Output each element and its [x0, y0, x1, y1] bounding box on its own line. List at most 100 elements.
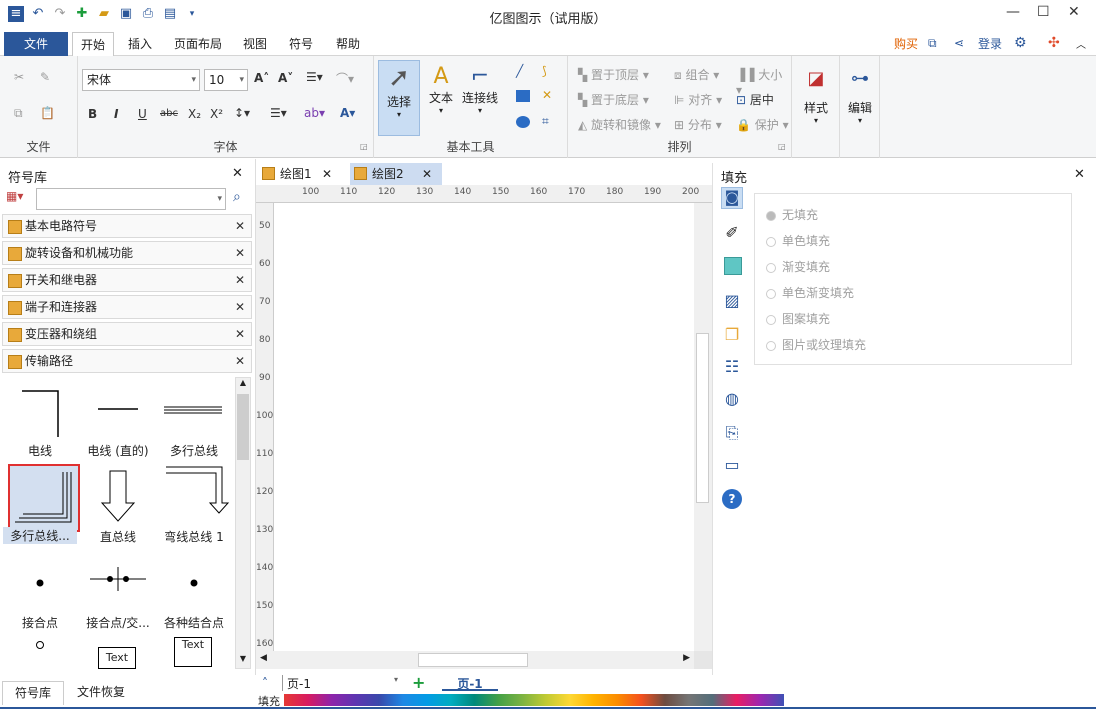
- image-icon[interactable]: ▨: [721, 291, 743, 313]
- tab-help[interactable]: 帮助: [328, 32, 368, 56]
- copy-icon[interactable]: ⧉: [14, 106, 23, 121]
- group-button[interactable]: ⧈ 组合 ▾: [674, 66, 719, 83]
- buy-link[interactable]: 购买: [890, 32, 922, 56]
- superscript-icon[interactable]: X²: [210, 107, 223, 121]
- symbol-search-input[interactable]: [36, 188, 226, 210]
- attachment-icon[interactable]: ⎘: [721, 423, 743, 445]
- layers-icon[interactable]: ❐: [721, 325, 743, 347]
- settings-icon[interactable]: ⚙: [1014, 35, 1027, 51]
- category-item[interactable]: 开关和继电器 ✕: [2, 268, 252, 292]
- login-link[interactable]: 登录: [974, 32, 1006, 56]
- select-tool-button[interactable]: ➚ 选择 ▾: [378, 60, 420, 136]
- comment-icon[interactable]: ▭: [721, 455, 743, 477]
- drawing-page[interactable]: [274, 203, 694, 651]
- share-box-icon[interactable]: ⧉: [928, 36, 937, 51]
- page-tab[interactable]: 页-1: [442, 675, 498, 691]
- tab-symbol-library[interactable]: 符号库: [2, 681, 64, 705]
- category-item[interactable]: 端子和连接器 ✕: [2, 295, 252, 319]
- symbol-item[interactable]: 各种结合点: [156, 549, 232, 633]
- theme-icon[interactable]: ✣: [1048, 35, 1060, 51]
- subscript-icon[interactable]: X₂: [188, 107, 201, 121]
- tab-home[interactable]: 开始: [72, 32, 114, 56]
- maximize-icon[interactable]: ☐: [1037, 4, 1050, 20]
- shrink-font-icon[interactable]: A˅: [278, 71, 293, 85]
- file-menu[interactable]: 文件: [4, 32, 68, 56]
- category-item[interactable]: 变压器和绕组 ✕: [2, 322, 252, 346]
- center-button[interactable]: ⊡ 居中: [736, 91, 774, 108]
- tab-insert[interactable]: 插入: [120, 32, 160, 56]
- grow-font-icon[interactable]: A˄: [254, 71, 269, 85]
- ellipse-tool-icon[interactable]: [516, 116, 530, 128]
- bring-front-button[interactable]: ▚ 置于顶层 ▾: [578, 66, 649, 83]
- color-palette[interactable]: [284, 694, 784, 706]
- share-icon[interactable]: ⋖: [954, 36, 964, 50]
- fill-option[interactable]: 单色渐变填充: [766, 284, 854, 301]
- collapse-ribbon-icon[interactable]: ︿: [1076, 36, 1086, 51]
- symbol-item[interactable]: 接合点/交...: [80, 549, 156, 633]
- symbol-item-selected[interactable]: 多行总线...: [2, 463, 80, 547]
- style-button[interactable]: ◪ 样式 ▾: [796, 60, 836, 125]
- fill-option[interactable]: 无填充: [766, 206, 818, 223]
- symbol-item[interactable]: 电线 (直的): [80, 377, 156, 461]
- symbol-scrollbar[interactable]: ▲ ▼: [235, 377, 251, 669]
- category-item[interactable]: 基本电路符号 ✕: [2, 214, 252, 238]
- fill-option[interactable]: 图案填充: [766, 310, 830, 327]
- add-page-icon[interactable]: +: [412, 673, 425, 692]
- rectangle-tool-icon[interactable]: [516, 90, 530, 102]
- tab-view[interactable]: 视图: [236, 32, 274, 56]
- highlight-icon[interactable]: ab▾: [304, 106, 325, 120]
- fill-option[interactable]: 渐变填充: [766, 258, 830, 275]
- symbol-item[interactable]: 电线: [2, 377, 78, 461]
- tab-file-recovery[interactable]: 文件恢复: [70, 681, 132, 705]
- send-back-button[interactable]: ▚ 置于底层 ▾: [578, 91, 649, 108]
- distribute-button[interactable]: ⊞ 分布 ▾: [674, 116, 722, 133]
- close-panel-icon[interactable]: ✕: [232, 166, 243, 181]
- strikethrough-icon[interactable]: abc: [160, 108, 178, 119]
- page-up-icon[interactable]: ˄: [262, 676, 268, 690]
- minimize-icon[interactable]: —: [1006, 4, 1020, 20]
- text-tool-button[interactable]: A 文本 ▾: [424, 60, 458, 115]
- close-fill-panel-icon[interactable]: ✕: [1074, 167, 1085, 182]
- symbol-item[interactable]: 弯线总线 1: [156, 463, 232, 547]
- symbol-item[interactable]: 接合点: [2, 549, 78, 633]
- bold-icon[interactable]: B: [88, 107, 97, 121]
- doc-tab[interactable]: 绘图1 ✕: [258, 163, 348, 185]
- edit-button[interactable]: ⊶ 编辑 ▾: [842, 60, 878, 125]
- fill-option[interactable]: 图片或纹理填充: [766, 336, 866, 353]
- align-button[interactable]: ⊫ 对齐 ▾: [674, 91, 722, 108]
- search-icon[interactable]: ⌕: [233, 189, 241, 205]
- line-spacing-icon[interactable]: ↕▾: [234, 106, 250, 120]
- rotate-mirror-button[interactable]: ◭ 旋转和镜像 ▾: [578, 116, 661, 133]
- paste-icon[interactable]: 📋: [40, 106, 55, 120]
- protect-button[interactable]: 🔒 保护 ▾: [736, 116, 789, 133]
- symbol-item[interactable]: [2, 635, 78, 669]
- underline-icon[interactable]: U: [138, 107, 147, 121]
- category-item[interactable]: 旋转设备和机械功能 ✕: [2, 241, 252, 265]
- symbol-item[interactable]: Text: [80, 635, 156, 669]
- format-painter-icon[interactable]: ✎: [40, 70, 50, 84]
- tab-page-layout[interactable]: 页面布局: [166, 32, 230, 56]
- help-icon[interactable]: ?: [722, 489, 742, 509]
- align-icon[interactable]: ☰▾: [306, 70, 323, 84]
- font-color-icon[interactable]: A▾: [340, 106, 355, 120]
- page-select[interactable]: 页-1 ▾: [282, 675, 402, 691]
- cut-icon[interactable]: ✂: [14, 70, 24, 84]
- symbol-item[interactable]: 直总线: [80, 463, 156, 547]
- crop-tool-icon[interactable]: ⌗: [542, 114, 549, 129]
- symbol-item[interactable]: 多行总线: [156, 377, 232, 461]
- horizontal-scrollbar[interactable]: ◀ ▶: [256, 651, 694, 669]
- italic-icon[interactable]: I: [114, 107, 118, 121]
- hyperlink-icon[interactable]: ◍: [721, 389, 743, 411]
- doc-tab-active[interactable]: 绘图2 ✕: [350, 163, 442, 185]
- vertical-scrollbar[interactable]: [694, 203, 712, 651]
- category-item[interactable]: 传输路径 ✕: [2, 349, 252, 373]
- symbol-item[interactable]: Text: [156, 635, 232, 669]
- crop-point-icon[interactable]: ✕: [542, 88, 552, 102]
- close-icon[interactable]: ✕: [1068, 4, 1080, 20]
- library-menu-icon[interactable]: ▦▾: [6, 189, 23, 203]
- fill-option[interactable]: 单色填充: [766, 232, 830, 249]
- line-tool-icon[interactable]: ╱: [516, 64, 523, 78]
- font-size-select[interactable]: 10: [204, 69, 248, 91]
- fill-icon[interactable]: ◙: [721, 187, 743, 209]
- data-icon[interactable]: ☷: [721, 357, 743, 379]
